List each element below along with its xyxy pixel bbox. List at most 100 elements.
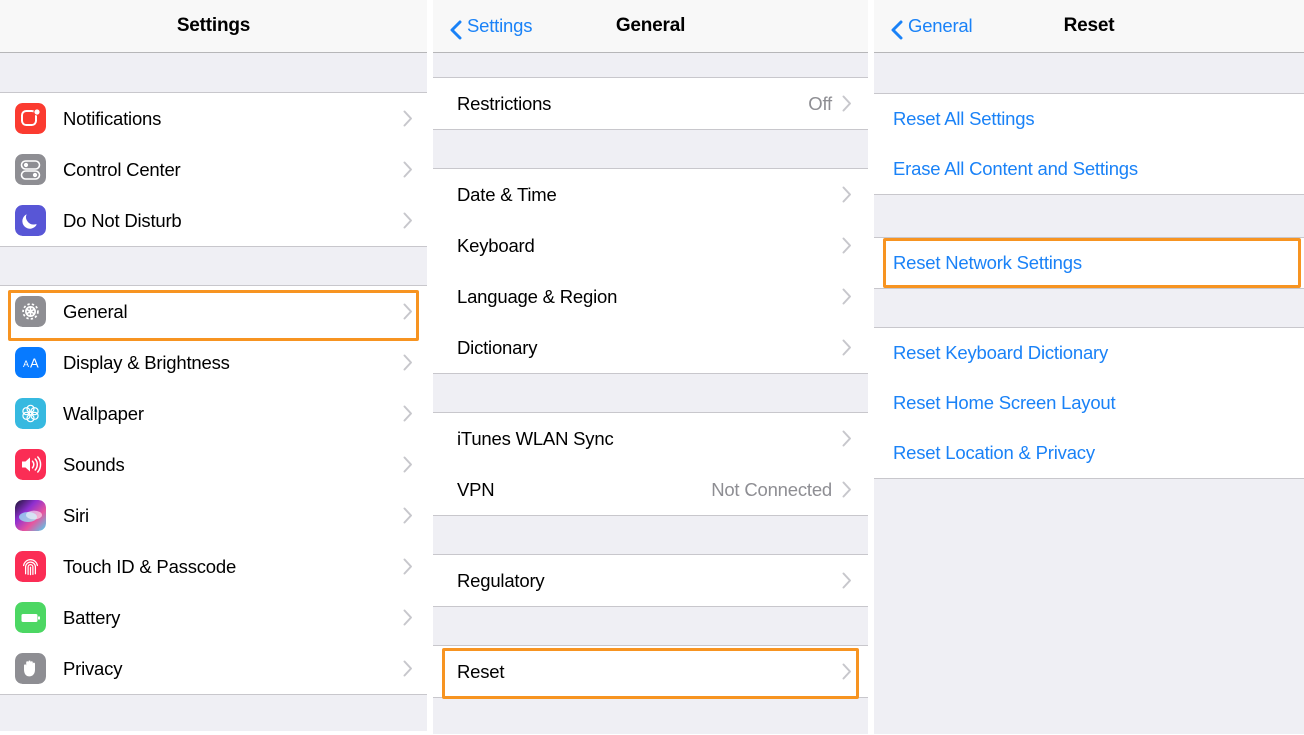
list-item-reset[interactable]: Reset (433, 646, 868, 697)
list-item-keyboard[interactable]: Keyboard (433, 220, 868, 271)
page-title: Settings (0, 15, 427, 37)
settings-screen: Settings Notifications (0, 0, 427, 735)
group-spacer (874, 53, 1304, 94)
general-navbar: Settings General (433, 0, 868, 53)
settings-list: Notifications Control Center (0, 53, 427, 731)
wallpaper-icon (15, 398, 46, 429)
action-label: Reset All Settings (893, 108, 1034, 130)
action-reset-network-settings[interactable]: Reset Network Settings (874, 238, 1304, 288)
control-center-icon (15, 154, 46, 185)
group-spacer (0, 53, 427, 93)
list-item-label: Dictionary (457, 337, 842, 359)
action-label: Erase All Content and Settings (893, 158, 1138, 180)
chevron-right-icon (842, 430, 852, 447)
list-item-label: iTunes WLAN Sync (457, 428, 842, 450)
sidebar-item-privacy[interactable]: Privacy (0, 643, 427, 694)
sidebar-item-label: Privacy (63, 658, 403, 680)
action-reset-keyboard-dictionary[interactable]: Reset Keyboard Dictionary (874, 328, 1304, 378)
chevron-right-icon (842, 288, 852, 305)
chevron-right-icon (403, 303, 413, 320)
chevron-right-icon (842, 95, 852, 112)
list-item-label: VPN (457, 479, 711, 501)
list-item-itunes-wlan-sync[interactable]: iTunes WLAN Sync (433, 413, 868, 464)
sidebar-item-wallpaper[interactable]: Wallpaper (0, 388, 427, 439)
sidebar-item-display-brightness[interactable]: A A Display & Brightness (0, 337, 427, 388)
sidebar-item-control-center[interactable]: Control Center (0, 144, 427, 195)
action-erase-all-content-and-settings[interactable]: Erase All Content and Settings (874, 144, 1304, 194)
three-panel-walkthrough: Settings Notifications (0, 0, 1304, 735)
sidebar-item-battery[interactable]: Battery (0, 592, 427, 643)
list-item-date-time[interactable]: Date & Time (433, 169, 868, 220)
back-button-general[interactable]: General (890, 15, 972, 37)
chevron-right-icon (403, 161, 413, 178)
group-spacer (0, 246, 427, 286)
chevron-right-icon (403, 456, 413, 473)
sidebar-item-touch-id-passcode[interactable]: Touch ID & Passcode (0, 541, 427, 592)
group-spacer (433, 373, 868, 413)
chevron-right-icon (403, 354, 413, 371)
action-label: Reset Location & Privacy (893, 442, 1095, 464)
list-item-label: Date & Time (457, 184, 842, 206)
action-reset-all-settings[interactable]: Reset All Settings (874, 94, 1304, 144)
sidebar-item-label: Display & Brightness (63, 352, 403, 374)
list-item-label: Reset (457, 661, 842, 683)
chevron-right-icon (403, 212, 413, 229)
chevron-right-icon (403, 558, 413, 575)
sidebar-item-label: Do Not Disturb (63, 210, 403, 232)
list-item-label: Language & Region (457, 286, 842, 308)
chevron-right-icon (842, 186, 852, 203)
chevron-right-icon (842, 237, 852, 254)
sidebar-item-do-not-disturb[interactable]: Do Not Disturb (0, 195, 427, 246)
reset-navbar: General Reset (874, 0, 1304, 53)
general-list: Restrictions Off Date & Time Keyboard (433, 53, 868, 734)
privacy-icon (15, 653, 46, 684)
action-label: Reset Keyboard Dictionary (893, 342, 1108, 364)
group-spacer (433, 606, 868, 646)
list-item-language-region[interactable]: Language & Region (433, 271, 868, 322)
group-spacer (433, 515, 868, 555)
action-reset-home-screen-layout[interactable]: Reset Home Screen Layout (874, 378, 1304, 428)
chevron-right-icon (842, 339, 852, 356)
list-item-value: Not Connected (711, 479, 832, 501)
chevron-right-icon (842, 481, 852, 498)
list-item-vpn[interactable]: VPN Not Connected (433, 464, 868, 515)
general-screen: Settings General Restrictions Off Date &… (433, 0, 868, 735)
display-brightness-icon: A A (15, 347, 46, 378)
chevron-right-icon (403, 405, 413, 422)
siri-icon (15, 500, 46, 531)
chevron-right-icon (403, 110, 413, 127)
action-reset-location-privacy[interactable]: Reset Location & Privacy (874, 428, 1304, 478)
battery-icon (15, 602, 46, 633)
group-spacer (0, 694, 427, 731)
list-item-value: Off (808, 93, 832, 115)
group-spacer (433, 129, 868, 169)
sidebar-item-label: Sounds (63, 454, 403, 476)
do-not-disturb-icon (15, 205, 46, 236)
list-item-restrictions[interactable]: Restrictions Off (433, 78, 868, 129)
chevron-left-icon (449, 20, 462, 33)
list-item-regulatory[interactable]: Regulatory (433, 555, 868, 606)
sidebar-item-label: Notifications (63, 108, 403, 130)
sidebar-item-notifications[interactable]: Notifications (0, 93, 427, 144)
group-spacer (874, 288, 1304, 328)
sidebar-item-label: Wallpaper (63, 403, 403, 425)
settings-navbar: Settings (0, 0, 427, 53)
list-item-dictionary[interactable]: Dictionary (433, 322, 868, 373)
back-button-label: Settings (467, 15, 532, 37)
notifications-icon (15, 103, 46, 134)
list-item-label: Keyboard (457, 235, 842, 257)
sidebar-item-label: Siri (63, 505, 403, 527)
sidebar-item-siri[interactable]: Siri (0, 490, 427, 541)
back-button-settings[interactable]: Settings (449, 15, 532, 37)
sidebar-item-label: Control Center (63, 159, 403, 181)
sidebar-item-label: General (63, 301, 403, 323)
action-label: Reset Network Settings (893, 252, 1082, 274)
sidebar-item-general[interactable]: General (0, 286, 427, 337)
sidebar-item-sounds[interactable]: Sounds (0, 439, 427, 490)
touch-id-icon (15, 551, 46, 582)
sounds-icon (15, 449, 46, 480)
sidebar-item-label: Battery (63, 607, 403, 629)
chevron-right-icon (403, 609, 413, 626)
list-item-label: Regulatory (457, 570, 842, 592)
chevron-right-icon (842, 572, 852, 589)
